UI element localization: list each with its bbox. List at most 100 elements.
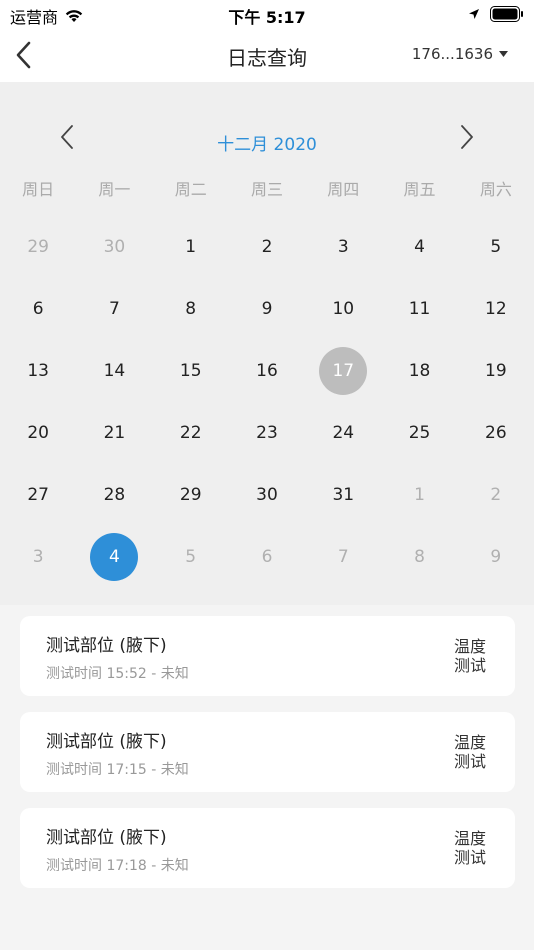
- day-number: 20: [27, 423, 49, 443]
- caret-down-icon: [499, 51, 508, 57]
- day-number: 19: [485, 361, 507, 381]
- day-cell-selected[interactable]: 4: [76, 526, 152, 588]
- day-number: 1: [414, 485, 425, 505]
- day-cell[interactable]: 23: [229, 402, 305, 464]
- week-row: 27 28 29 30 31 1 2: [0, 464, 534, 526]
- day-number: 21: [103, 423, 126, 443]
- day-number: 9: [490, 547, 502, 567]
- record-type-line: 温度: [453, 637, 486, 656]
- week-row: 6 7 8 9 10 11 12: [0, 278, 534, 340]
- weekday-header: 周日 周一 周二 周三 周四 周五 周六: [0, 176, 534, 200]
- record-card[interactable]: 测试部位 (腋下) 测试时间 15:52 - 未知 温度 测试: [20, 616, 515, 696]
- day-cell[interactable]: 18: [381, 340, 457, 402]
- account-label: 176...1636: [411, 45, 493, 63]
- day-cell[interactable]: 8: [381, 526, 457, 588]
- weekday-label: 周三: [250, 180, 283, 199]
- day-cell[interactable]: 4: [381, 216, 457, 278]
- day-cell[interactable]: 10: [305, 278, 381, 340]
- day-cell[interactable]: 27: [0, 464, 76, 526]
- day-cell[interactable]: 16: [229, 340, 305, 402]
- day-number: 30: [256, 485, 278, 505]
- day-number: 14: [103, 361, 126, 381]
- record-card[interactable]: 测试部位 (腋下) 测试时间 17:15 - 未知 温度 测试: [20, 712, 515, 792]
- record-type: 温度 测试: [453, 637, 487, 675]
- record-type: 温度 测试: [453, 829, 487, 867]
- record-card[interactable]: 测试部位 (腋下) 测试时间 17:18 - 未知 温度 测试: [20, 808, 515, 888]
- record-time: 测试时间 17:15 - 未知: [46, 762, 189, 778]
- record-type: 温度 测试: [453, 733, 487, 771]
- weekday-label: 周五: [403, 180, 436, 199]
- day-cell[interactable]: 2: [229, 216, 305, 278]
- day-cell[interactable]: 3: [0, 526, 76, 588]
- record-list: 测试部位 (腋下) 测试时间 15:52 - 未知 温度 测试 测试部位 (腋下…: [20, 616, 515, 904]
- day-cell[interactable]: 2: [458, 464, 534, 526]
- day-cell[interactable]: 13: [0, 340, 76, 402]
- day-cell[interactable]: 8: [153, 278, 229, 340]
- day-cell[interactable]: 11: [381, 278, 457, 340]
- day-cell[interactable]: 29: [153, 464, 229, 526]
- day-number: 8: [414, 547, 425, 567]
- day-number: 9: [261, 299, 273, 319]
- weekday-label: 周四: [327, 180, 360, 199]
- record-type-line: 测试: [453, 752, 486, 771]
- day-cell[interactable]: 14: [76, 340, 152, 402]
- day-cell[interactable]: 1: [381, 464, 457, 526]
- day-number: 28: [103, 485, 126, 505]
- location-arrow-icon: [469, 9, 479, 19]
- day-cell[interactable]: 9: [458, 526, 534, 588]
- day-number: 26: [485, 423, 507, 443]
- day-number: 8: [185, 299, 197, 319]
- month-label: 十二月 2020: [217, 135, 317, 155]
- day-cell[interactable]: 22: [153, 402, 229, 464]
- day-number: 4: [414, 237, 425, 257]
- day-cell[interactable]: 15: [153, 340, 229, 402]
- day-number: 29: [179, 485, 202, 505]
- record-type-line: 温度: [453, 829, 486, 848]
- day-cell[interactable]: 7: [76, 278, 152, 340]
- day-cell[interactable]: 5: [458, 216, 534, 278]
- day-number: 7: [337, 547, 349, 567]
- day-cell[interactable]: 31: [305, 464, 381, 526]
- day-number: 12: [485, 299, 507, 319]
- day-cell[interactable]: 1: [153, 216, 229, 278]
- nav-bar: 日志查询 176...1636: [0, 28, 534, 82]
- day-number: 5: [490, 237, 502, 257]
- day-cell[interactable]: 3: [305, 216, 381, 278]
- record-time: 测试时间 15:52 - 未知: [46, 666, 189, 682]
- day-cell[interactable]: 6: [0, 278, 76, 340]
- day-number: 13: [27, 361, 49, 381]
- account-selector[interactable]: 176...1636: [412, 45, 508, 63]
- day-cell[interactable]: 28: [76, 464, 152, 526]
- day-cell[interactable]: 5: [153, 526, 229, 588]
- day-cell[interactable]: 30: [76, 216, 152, 278]
- day-number: 30: [103, 237, 126, 257]
- day-cell[interactable]: 7: [305, 526, 381, 588]
- day-cell[interactable]: 20: [0, 402, 76, 464]
- day-cell[interactable]: 19: [458, 340, 534, 402]
- battery-icon: [490, 6, 523, 22]
- day-cell[interactable]: 25: [381, 402, 457, 464]
- day-cell[interactable]: 26: [458, 402, 534, 464]
- day-number: 16: [256, 361, 278, 381]
- day-cell-today[interactable]: 17: [305, 340, 381, 402]
- day-cell[interactable]: 6: [229, 526, 305, 588]
- day-number: 5: [185, 547, 197, 567]
- day-number: 7: [109, 299, 120, 319]
- next-month-chevron-icon[interactable]: [460, 124, 474, 150]
- day-number: 4: [90, 533, 139, 581]
- day-cell[interactable]: 24: [305, 402, 381, 464]
- weekday-label: 周一: [98, 180, 131, 199]
- week-row: 29 30 1 2 3 4 5: [0, 216, 534, 278]
- day-cell[interactable]: 30: [229, 464, 305, 526]
- record-time: 测试时间 17:18 - 未知: [46, 858, 189, 874]
- day-number: 6: [32, 299, 44, 319]
- day-number: 29: [27, 237, 49, 257]
- day-cell[interactable]: 29: [0, 216, 76, 278]
- record-title: 测试部位 (腋下): [46, 732, 167, 752]
- day-number: 3: [337, 237, 349, 257]
- calendar-header: 十二月 2020: [0, 120, 534, 160]
- day-cell[interactable]: 9: [229, 278, 305, 340]
- day-cell[interactable]: 21: [76, 402, 152, 464]
- day-cell[interactable]: 12: [458, 278, 534, 340]
- record-title: 测试部位 (腋下): [46, 828, 167, 848]
